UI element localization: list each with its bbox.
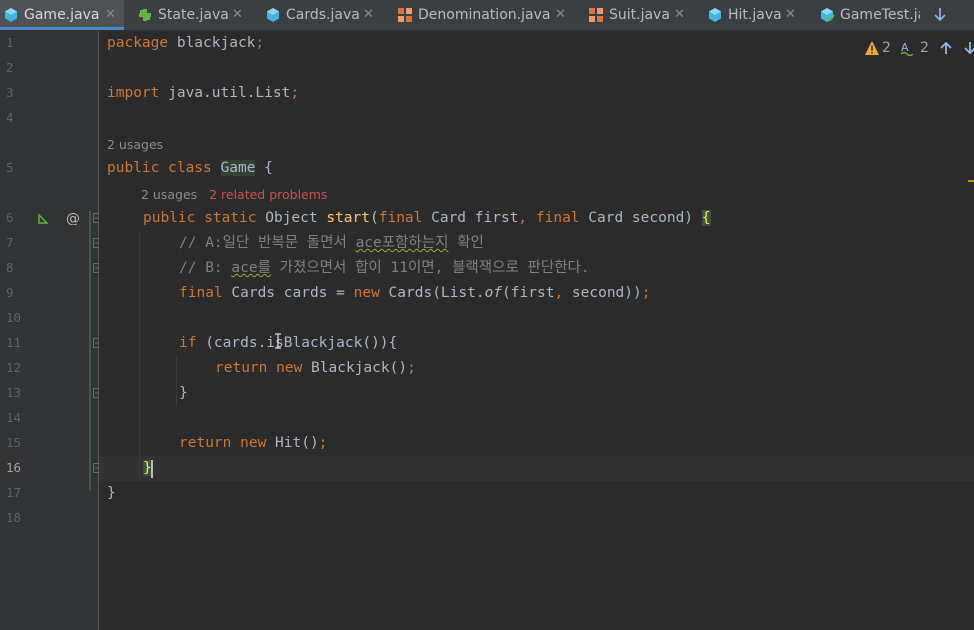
close-icon[interactable]: ✕ [363, 0, 374, 30]
java-enum-icon [398, 8, 412, 22]
tab-label: Denomination.java [418, 7, 551, 23]
close-icon[interactable]: ✕ [105, 0, 116, 30]
line-number: 8 [6, 260, 14, 275]
line-number: 7 [6, 235, 14, 250]
tab-denomination-java[interactable]: Denomination.java ✕ [394, 0, 580, 30]
scrollbar-warning-marker[interactable] [968, 180, 974, 182]
code-line-5: public class Game { [107, 160, 273, 176]
java-class-icon [5, 8, 17, 22]
code-line-7: // A:일단 반복문 돌면서 ace포함하는지 확인 [179, 235, 484, 251]
indent-guide [176, 356, 177, 406]
text-caret [151, 460, 153, 478]
code-line-8: // B: ace를 가졌으면서 합이 11이면, 블랙잭으로 판단한다. [179, 260, 590, 276]
tab-hit-java[interactable]: Hit.java ✕ [704, 0, 804, 30]
tab-label: State.java [158, 7, 229, 23]
next-highlight-arrow-icon[interactable] [962, 40, 974, 56]
editor-tab-bar: Game.java ✕ State.java ✕ Cards.java ✕ De… [0, 0, 974, 31]
code-line-15: return new Hit(); [179, 435, 328, 451]
class-usages-hint[interactable]: 2 usages [107, 137, 163, 152]
code-line-17: } [107, 485, 116, 501]
line-number: 5 [6, 160, 14, 175]
line-number: 13 [6, 385, 22, 400]
tab-label: Cards.java [286, 7, 360, 23]
method-usages-hint[interactable]: 2 usages 2 related problems [141, 187, 327, 202]
java-interface-icon [139, 9, 151, 21]
close-icon[interactable]: ✕ [555, 0, 566, 30]
java-enum-icon [589, 8, 603, 22]
code-line-11: if (cards.isBlackjack()){ [179, 335, 398, 351]
line-number: 15 [6, 435, 22, 450]
code-line-9: final Cards cards = new Cards(List.of(fi… [179, 285, 651, 301]
java-test-class-icon [821, 8, 835, 22]
line-number: 18 [6, 510, 22, 525]
code-line-1: package blackjack; [107, 35, 265, 51]
line-number: 9 [6, 285, 14, 300]
line-number: 6 [6, 210, 14, 225]
line-number: 17 [6, 485, 22, 500]
code-line-6: public static Object start(final Card fi… [143, 210, 711, 226]
line-number: 4 [6, 110, 14, 125]
line-number: 2 [6, 60, 14, 75]
tab-label: Hit.java [728, 7, 782, 23]
close-icon[interactable]: ✕ [674, 0, 685, 30]
editor-gutter: 1 2 3 4 5 6 7 8 9 10 11 12 13 14 15 16 1… [0, 31, 103, 630]
tab-cards-java[interactable]: Cards.java ✕ [262, 0, 386, 30]
code-line-13: } [179, 385, 188, 401]
tab-overflow-chevron-icon[interactable] [930, 0, 950, 30]
code-line-3: import java.util.List; [107, 85, 300, 101]
warning-count: 2 [882, 40, 891, 56]
mouse-ibeam-cursor-icon [275, 333, 281, 349]
java-class-icon [267, 8, 279, 22]
indent-guide [139, 231, 140, 481]
annotation-icon[interactable]: @ [66, 211, 80, 225]
warning-icon [865, 41, 879, 55]
tab-label: Game.java [24, 7, 100, 23]
close-icon[interactable]: ✕ [785, 0, 796, 30]
line-number-current: 16 [6, 460, 22, 475]
current-line-highlight [99, 456, 974, 481]
tab-game-java[interactable]: Game.java ✕ [0, 0, 124, 30]
tab-suit-java[interactable]: Suit.java ✕ [585, 0, 691, 30]
previous-highlight-arrow-icon[interactable] [938, 40, 954, 56]
tab-label: Suit.java [609, 7, 670, 23]
tab-state-java[interactable]: State.java ✕ [134, 0, 254, 30]
line-number: 1 [6, 35, 14, 50]
line-number: 10 [6, 310, 22, 325]
tab-label: GameTest.ja [840, 7, 920, 23]
typo-count: 2 [920, 40, 929, 56]
line-number: 14 [6, 410, 22, 425]
line-number: 3 [6, 85, 14, 100]
java-class-icon [709, 8, 721, 22]
tab-gametest-java[interactable]: GameTest.ja [816, 0, 920, 30]
svg-text:@: @ [66, 211, 80, 225]
close-icon[interactable]: ✕ [232, 0, 243, 30]
implements-method-icon[interactable] [37, 213, 49, 225]
related-problems-link: 2 related problems [209, 187, 328, 202]
line-number: 11 [6, 335, 22, 350]
changed-lines-marker [89, 211, 91, 491]
typo-icon: A [900, 41, 914, 56]
code-line-12: return new Blackjack(); [215, 360, 416, 376]
code-editor[interactable]: package blackjack; import java.util.List… [99, 31, 974, 630]
line-number: 12 [6, 360, 22, 375]
